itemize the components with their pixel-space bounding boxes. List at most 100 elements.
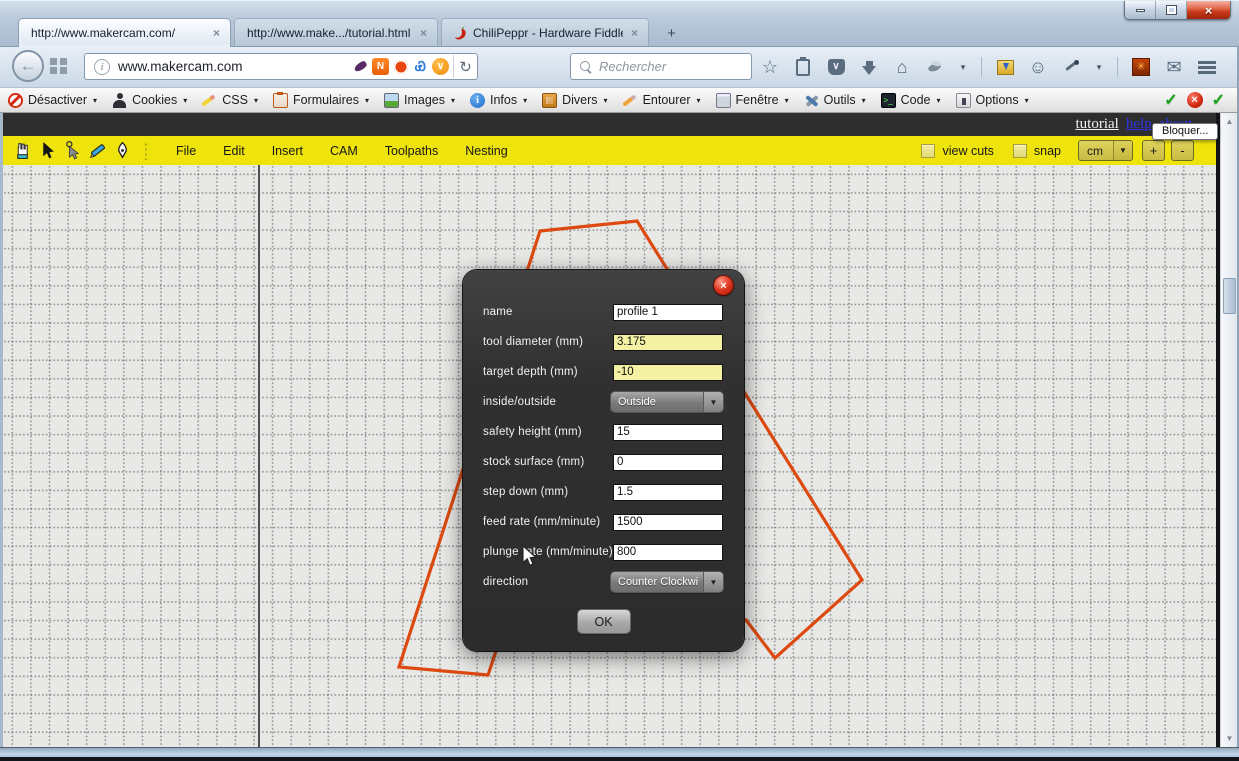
field-row-step-down: step down (mm) (463, 477, 744, 507)
devbar-label: Entourer (643, 93, 691, 107)
devbar-item-window[interactable]: Fenêtre▾ (716, 93, 789, 108)
ok-button[interactable]: OK (578, 610, 630, 633)
field-row-name: name (463, 297, 744, 327)
link-tutorial[interactable]: tutorial (1076, 116, 1119, 133)
minimize-button[interactable] (1125, 1, 1156, 19)
link-help[interactable]: help (1126, 116, 1152, 133)
window-bottom-edge (0, 757, 1239, 761)
search-box[interactable] (570, 53, 752, 80)
addon-red-square-icon[interactable]: ✳ (1131, 57, 1151, 77)
downloadhelper-icon[interactable] (995, 57, 1015, 77)
close-window-button[interactable]: × (1187, 1, 1230, 19)
devbar-item-outline[interactable]: Entourer▾ (623, 93, 701, 108)
caret-down-icon: ▾ (862, 96, 866, 105)
devbar-item-css[interactable]: CSS▾ (202, 93, 258, 108)
pocket-icon[interactable]: ∨ (826, 57, 846, 77)
devbar-item-misc[interactable]: Divers▾ (542, 93, 607, 108)
dialog-close-button[interactable]: × (714, 276, 733, 295)
new-tab-button[interactable]: + (659, 24, 684, 43)
select-tool-icon[interactable] (38, 141, 57, 160)
direction-select[interactable]: Counter Clockwi ▼ (611, 572, 723, 592)
direct-select-tool-icon[interactable] (63, 141, 82, 160)
feed-rate-input[interactable] (613, 514, 723, 531)
tab-close-icon[interactable]: × (631, 28, 638, 38)
select-arrow-icon[interactable]: ▼ (703, 572, 723, 592)
mail-icon[interactable]: ✉ (1164, 57, 1184, 77)
safety-height-input[interactable] (613, 424, 723, 441)
pen-tool-icon[interactable] (113, 141, 132, 160)
book-icon (542, 93, 557, 108)
devbar-item-options[interactable]: Options▾ (956, 93, 1029, 108)
menu-toolpaths[interactable]: Toolpaths (385, 144, 439, 158)
tool-diameter-input[interactable] (613, 334, 723, 351)
devbar-item-info[interactable]: iInfos▾ (470, 93, 527, 108)
zoom-in-button[interactable]: + (1142, 140, 1165, 161)
target-depth-input[interactable] (613, 364, 723, 381)
view-cuts-checkbox[interactable] (921, 144, 935, 158)
menu-cam[interactable]: CAM (330, 144, 358, 158)
scroll-down-button[interactable]: ▼ (1221, 730, 1238, 747)
eggplant-plugin-icon[interactable] (352, 58, 369, 75)
vertical-scrollbar[interactable]: ▲ ▼ (1220, 113, 1237, 747)
options-icon (956, 93, 971, 108)
scrollbar-thumb[interactable] (1223, 278, 1236, 314)
menu-insert[interactable]: Insert (272, 144, 303, 158)
pencil-tool-icon[interactable] (88, 141, 107, 160)
site-identity-icon[interactable]: i (94, 59, 110, 75)
fly-addon-icon[interactable] (925, 57, 945, 77)
devbar-item-cookies[interactable]: Cookies▾ (112, 93, 187, 108)
scroll-up-button[interactable]: ▲ (1221, 113, 1238, 130)
inside-outside-select[interactable]: Outside ▼ (611, 392, 723, 412)
devbar-item-disable[interactable]: Désactiver▾ (8, 93, 97, 108)
tab-close-icon[interactable]: × (420, 28, 427, 38)
validate-check-icon[interactable]: ✓ (1164, 90, 1177, 110)
units-select[interactable]: cm ▼ (1078, 140, 1133, 161)
menu-nesting[interactable]: Nesting (465, 144, 507, 158)
back-button[interactable]: ← (12, 50, 44, 82)
pan-hand-tool-icon[interactable] (13, 141, 32, 160)
devbar-item-code[interactable]: >_Code▾ (881, 93, 941, 108)
toolbar-right-controls: view cuts snap cm ▼ + - (921, 140, 1216, 161)
menu-hamburger-icon[interactable] (1197, 57, 1217, 77)
devbar-item-tools[interactable]: Outils▾ (804, 93, 866, 108)
home-icon[interactable]: ⌂ (892, 57, 912, 77)
tab-close-icon[interactable]: × (213, 28, 220, 38)
step-down-input[interactable] (613, 484, 723, 501)
reload-button[interactable]: ↻ (453, 55, 477, 78)
clipboard-icon (796, 59, 810, 76)
menu-edit[interactable]: Edit (223, 144, 245, 158)
eyedropper-dropdown-caret-icon[interactable]: ▾ (1094, 57, 1104, 77)
menu-file[interactable]: File (176, 144, 196, 158)
zoom-out-button[interactable]: - (1171, 140, 1194, 161)
swirl-plugin-icon[interactable]: Ꮿ (412, 58, 429, 75)
stock-surface-input[interactable] (613, 454, 723, 471)
devbar-item-forms[interactable]: Formulaires▾ (273, 93, 369, 108)
select-arrow-icon[interactable]: ▼ (1113, 141, 1132, 160)
bookmark-star-icon[interactable]: ☆ (760, 57, 780, 77)
tab-makercam[interactable]: http://www.makercam.com/ × (18, 18, 231, 47)
zigzag-plugin-icon[interactable]: N (372, 58, 389, 75)
eyedropper-icon[interactable] (1061, 57, 1081, 77)
name-input[interactable] (613, 304, 723, 321)
plunge-rate-input[interactable] (613, 544, 723, 561)
downloads-icon[interactable] (859, 57, 879, 77)
search-input[interactable] (599, 59, 751, 74)
snap-checkbox[interactable] (1013, 144, 1027, 158)
address-bar[interactable]: i www.makercam.com N Ꮿ ∨ ↻ (84, 53, 478, 80)
bookmarks-menu-icon[interactable] (793, 57, 813, 77)
chat-smiley-icon[interactable]: ☺ (1028, 57, 1048, 77)
tab-chilipeppr[interactable]: ChiliPeppr - Hardware Fiddle × (441, 18, 649, 47)
maximize-button[interactable] (1156, 1, 1187, 19)
field-row-inside-outside: inside/outside Outside ▼ (463, 387, 744, 417)
validation-error-icon[interactable]: × (1187, 92, 1203, 108)
chili-pepper-icon (454, 26, 467, 40)
tab-groups-icon[interactable] (50, 58, 67, 74)
fly-dropdown-caret-icon[interactable]: ▾ (958, 57, 968, 77)
url-text[interactable]: www.makercam.com (118, 59, 352, 74)
tab-tutorial[interactable]: http://www.make.../tutorial.html × (234, 18, 438, 47)
target-plugin-icon[interactable] (392, 58, 409, 75)
validate-check-icon[interactable]: ✓ (1212, 90, 1225, 110)
select-arrow-icon[interactable]: ▼ (703, 392, 723, 412)
devbar-item-images[interactable]: Images▾ (384, 93, 455, 108)
smiley-plugin-icon[interactable]: ∨ (432, 58, 449, 75)
